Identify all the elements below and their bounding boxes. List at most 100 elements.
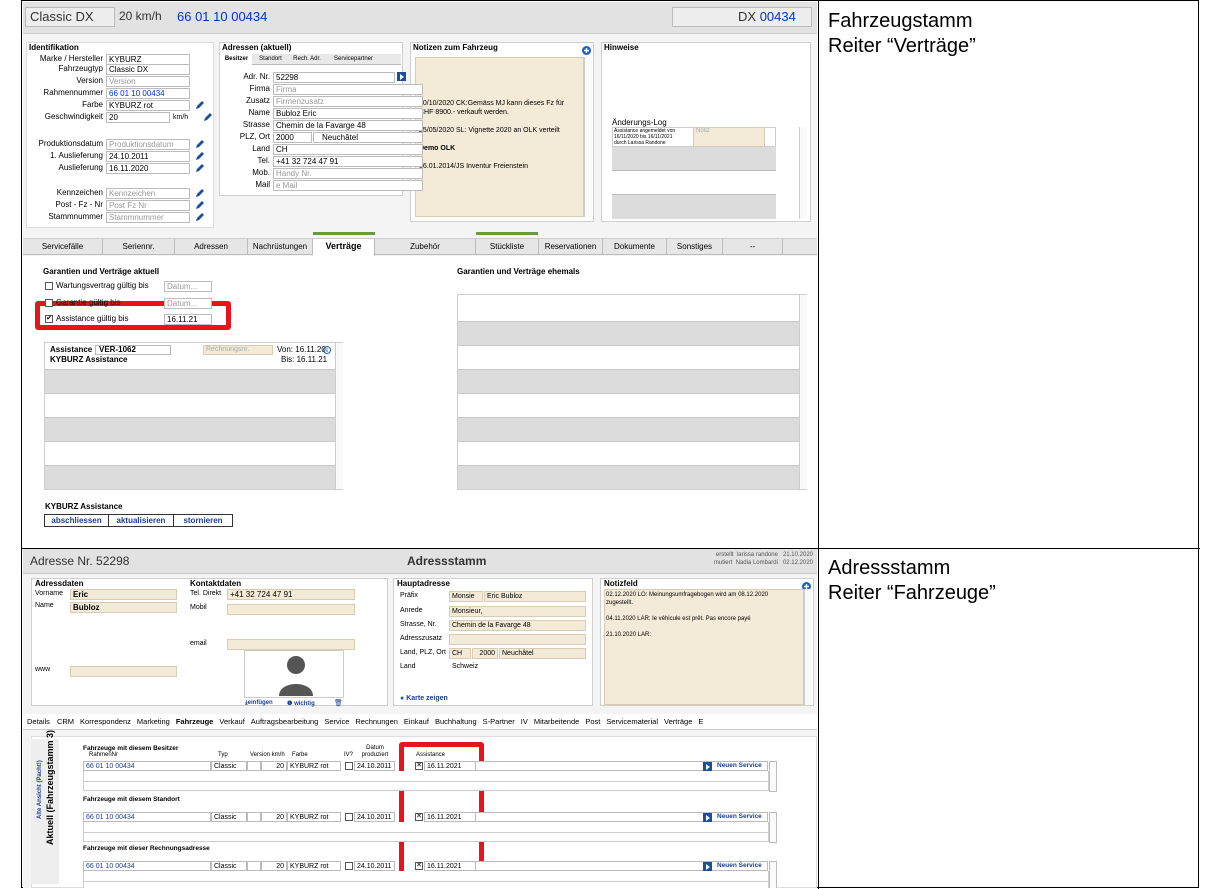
main-field-0[interactable]: Monsie — [449, 591, 483, 602]
address-tab-13[interactable]: Mitarbeitende — [534, 717, 579, 726]
email-field[interactable] — [227, 639, 355, 650]
address-tab-17[interactable]: E — [698, 717, 703, 726]
addr-field-6[interactable]: CH — [273, 144, 423, 155]
pencil-icon[interactable] — [195, 188, 205, 198]
assistance-checkbox-1[interactable]: ✕ — [415, 813, 423, 821]
addr-field-5-b[interactable]: Neuchâtel — [313, 132, 423, 143]
pencil-icon[interactable] — [195, 163, 205, 173]
address-tab-7[interactable]: Service — [324, 717, 349, 726]
addr-field-8[interactable]: Handy Nr. — [273, 168, 423, 179]
ident-field-10[interactable]: Post Fz Nr — [106, 200, 190, 211]
vehicle-tab-0[interactable]: Servicefälle — [23, 239, 103, 255]
vehicle-tab-10[interactable]: -- — [723, 239, 783, 255]
new-service-arrow-1[interactable] — [703, 813, 712, 822]
main-field-1[interactable]: Monsieur, — [449, 606, 586, 617]
ident-field-5[interactable]: 20 — [106, 112, 170, 123]
trash-icon[interactable]: 🗑 — [334, 699, 343, 707]
add-note-icon[interactable] — [582, 46, 591, 55]
address-tab-5[interactable]: Verkauf — [219, 717, 244, 726]
new-service-link-1[interactable]: Neuen Service — [717, 813, 762, 820]
address-tab-1[interactable]: CRM — [57, 717, 74, 726]
group-rahmen-2[interactable]: 66 01 10 00434 — [83, 861, 211, 871]
addr-tab-standort[interactable]: Standort — [253, 52, 288, 66]
photo-important-link[interactable]: ❶ wichtig — [287, 700, 315, 707]
address-tab-3[interactable]: Marketing — [137, 717, 170, 726]
ident-field-9[interactable]: Kennzeichen — [106, 188, 190, 199]
vorname-field[interactable]: Eric — [70, 589, 177, 600]
address-tab-10[interactable]: Buchhaltung — [435, 717, 477, 726]
vehicle-tab-5[interactable]: Zubehör — [375, 239, 476, 255]
vehicle-tab-2[interactable]: Adressen — [175, 239, 248, 255]
main-field-3[interactable] — [449, 634, 586, 645]
main-field-2[interactable]: Chemin de la Favarge 48 — [449, 620, 586, 631]
addr-field-1[interactable]: Firma — [273, 84, 423, 95]
ident-field-1[interactable]: Classic DX — [106, 64, 190, 75]
pencil-icon[interactable] — [203, 112, 213, 122]
log-notiz-field[interactable]: Notiz — [693, 127, 765, 147]
iv-checkbox-2[interactable] — [345, 862, 353, 870]
aktualisieren-button[interactable]: aktualisieren — [108, 514, 174, 527]
main-field-0-b[interactable]: Eric Bubloz — [484, 591, 586, 602]
address-tab-9[interactable]: Einkauf — [404, 717, 429, 726]
goto-address-button[interactable] — [397, 72, 406, 81]
checkbox-2[interactable]: ✔ — [45, 315, 53, 323]
check-date-1[interactable]: Datum... — [164, 298, 212, 309]
new-service-link-2[interactable]: Neuen Service — [717, 862, 762, 869]
address-tab-2[interactable]: Korrespondenz — [80, 717, 131, 726]
stornieren-button[interactable]: stornieren — [173, 514, 233, 527]
assistance-checkbox-0[interactable]: ✕ — [415, 762, 423, 770]
address-tab-14[interactable]: Post — [585, 717, 600, 726]
addr-field-5[interactable]: 2000 — [273, 132, 312, 143]
addr-field-0[interactable]: 52298 — [273, 72, 395, 83]
main-field-4-c[interactable]: Neuchâtel — [499, 648, 586, 659]
vehicle-tab-4[interactable]: Verträge — [313, 239, 375, 256]
group-rahmen-0[interactable]: 66 01 10 00434 — [83, 761, 211, 771]
vehicle-notes-scrollbar[interactable] — [584, 57, 592, 217]
checkbox-1[interactable] — [45, 299, 53, 307]
address-tab-11[interactable]: S-Partner — [483, 717, 515, 726]
name-field[interactable]: Bubloz — [70, 602, 177, 613]
www-field[interactable] — [70, 666, 177, 677]
side-label-old[interactable]: Alte Ansicht (Pacht!) — [37, 760, 43, 819]
vehicle-tab-6[interactable]: Stückliste — [476, 239, 539, 255]
addr-tab-besitzer[interactable]: Besitzer — [221, 52, 252, 66]
former-contracts-scrollbar[interactable] — [799, 295, 807, 489]
map-button[interactable]: ● Karte zeigen — [400, 695, 448, 702]
address-tab-0[interactable]: Details — [27, 717, 50, 726]
pencil-icon[interactable] — [195, 139, 205, 149]
abschliessen-button[interactable]: abschliessen — [44, 514, 109, 527]
group-scrollbar-1[interactable] — [769, 812, 777, 843]
vehicle-tab-1[interactable]: Seriennr. — [103, 239, 175, 255]
vehicle-tab-9[interactable]: Sonstiges — [667, 239, 723, 255]
current-contracts-scrollbar[interactable] — [335, 343, 343, 489]
new-service-link-0[interactable]: Neuen Service — [717, 762, 762, 769]
pencil-icon[interactable] — [195, 200, 205, 210]
vehicle-tab-3[interactable]: Nachrüstungen — [248, 239, 313, 255]
addr-field-9[interactable]: e Mail — [273, 180, 423, 191]
vehicle-tab-8[interactable]: Dokumente — [603, 239, 667, 255]
vehicle-tab-7[interactable]: Reservationen — [539, 239, 603, 255]
pencil-icon[interactable] — [195, 212, 205, 222]
ident-field-3[interactable]: 66 01 10 00434 — [106, 88, 190, 99]
pencil-icon[interactable] — [195, 151, 205, 161]
addr-tab-rech[interactable]: Rech. Adr. — [288, 52, 326, 66]
address-tab-8[interactable]: Rechnungen — [355, 717, 398, 726]
ident-field-6[interactable]: Produktionsdatum — [106, 139, 190, 150]
addr-field-3[interactable]: Bubloz Eric — [273, 108, 423, 119]
address-tab-16[interactable]: Verträge — [664, 717, 692, 726]
addr-field-7[interactable]: +41 32 724 47 91 — [273, 156, 423, 167]
ident-field-8[interactable]: 16.11.2020 — [106, 163, 190, 174]
new-service-arrow-2[interactable] — [703, 862, 712, 871]
check-date-0[interactable]: Datum... — [164, 281, 212, 292]
assistance-checkbox-2[interactable]: ✕ — [415, 862, 423, 870]
check-date-2[interactable]: 16.11.21 — [164, 314, 212, 325]
pencil-icon[interactable] — [195, 100, 205, 110]
addr-field-4[interactable]: Chemin de la Favarge 48 — [273, 120, 423, 131]
contract-invoice-field[interactable]: Rechnungsnr. — [203, 345, 273, 355]
info-icon[interactable] — [323, 346, 331, 354]
notiz-scrollbar[interactable] — [804, 589, 812, 705]
mobil-field[interactable] — [227, 604, 355, 615]
ident-field-7[interactable]: 24.10.2011 — [106, 151, 190, 162]
photo-insert-link[interactable]: ⤓einfügen — [245, 700, 273, 707]
ident-field-4[interactable]: KYBURZ rot — [106, 100, 190, 111]
